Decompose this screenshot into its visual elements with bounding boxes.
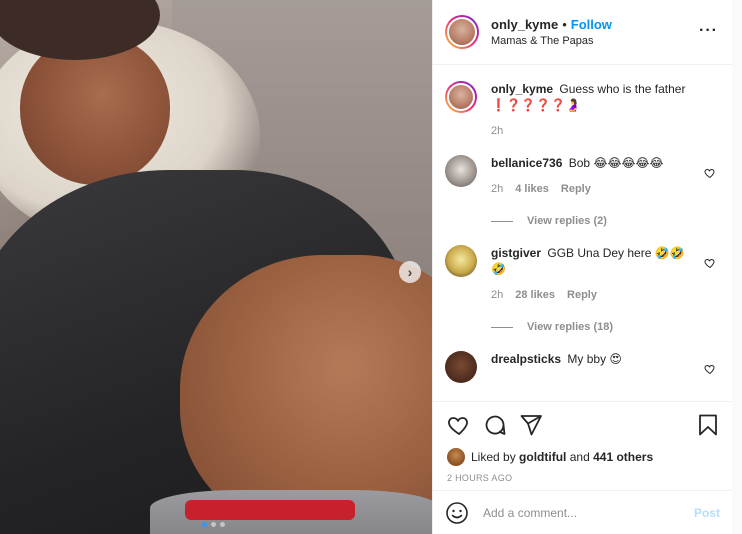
likes-prefix: Liked by xyxy=(471,450,516,464)
replies-divider xyxy=(491,326,513,328)
carousel-dots xyxy=(202,522,225,527)
caption-text: Guess who is the father xyxy=(559,82,686,96)
chevron-right-icon: › xyxy=(407,264,413,280)
caption-username[interactable]: only_kyme xyxy=(491,82,553,96)
comment-emojis: 😍 xyxy=(609,352,622,366)
view-replies-button[interactable]: View replies (2) xyxy=(491,215,720,227)
beanie-cross-logo: ✠ xyxy=(30,0,52,3)
carousel-next-button[interactable]: › xyxy=(399,261,421,283)
comment-likes[interactable]: 4 likes xyxy=(515,181,549,197)
follow-button[interactable]: Follow xyxy=(571,17,612,32)
carousel-dot-2 xyxy=(211,522,216,527)
comment-text: GGB Una Dey here xyxy=(547,246,652,260)
comments-list[interactable]: only_kyme Guess who is the father ❗❓❓❓❓🤰… xyxy=(433,65,732,401)
view-replies-label: View replies (2) xyxy=(527,215,607,227)
comment-time[interactable]: 2h xyxy=(491,181,503,197)
post-sidebar: only_kyme • Follow Mamas & The Papas ···… xyxy=(432,0,732,534)
action-bar xyxy=(433,401,732,447)
post-timestamp[interactable]: 2 HOURS AGO xyxy=(433,467,732,483)
likes-joiner: and xyxy=(569,450,590,464)
view-replies-label: View replies (18) xyxy=(527,321,614,333)
comment-like-heart-icon[interactable] xyxy=(704,167,716,179)
comment-time[interactable]: 2h xyxy=(491,287,503,303)
bookmark-icon[interactable] xyxy=(696,413,720,437)
caption: only_kyme Guess who is the father ❗❓❓❓❓🤰… xyxy=(445,81,720,139)
author-username[interactable]: only_kyme xyxy=(491,17,558,32)
carousel-dot-3 xyxy=(220,522,225,527)
commenter-username[interactable]: gistgiver xyxy=(491,246,541,260)
author-avatar[interactable] xyxy=(445,15,479,49)
heart-icon[interactable] xyxy=(447,413,471,437)
photo-waistband xyxy=(185,500,355,520)
comment-text: My bby xyxy=(567,352,607,366)
carousel-dot-1 xyxy=(202,522,207,527)
likes-summary[interactable]: Liked by goldtiful and 441 others xyxy=(433,447,732,467)
replies-divider xyxy=(491,220,513,222)
header-bullet: • xyxy=(562,17,567,32)
comment-like-heart-icon[interactable] xyxy=(704,257,716,269)
commenter-avatar[interactable] xyxy=(445,351,477,383)
reply-button[interactable]: Reply xyxy=(561,181,591,197)
more-icon[interactable]: ··· xyxy=(699,22,718,40)
share-icon[interactable] xyxy=(519,413,543,437)
reply-button[interactable]: Reply xyxy=(567,287,597,303)
comment-item: gistgiver GGB Una Dey here 🤣🤣🤣 2h 28 lik… xyxy=(445,245,720,303)
comment-emojis: 😂😂😂😂😂 xyxy=(593,156,664,170)
view-replies-button[interactable]: View replies (18) xyxy=(491,321,720,333)
commenter-username[interactable]: bellanice736 xyxy=(491,156,562,170)
commenter-username[interactable]: drealpsticks xyxy=(491,352,561,366)
liker-avatar[interactable] xyxy=(447,448,465,466)
likes-others[interactable]: 441 others xyxy=(593,450,653,464)
post-header: only_kyme • Follow Mamas & The Papas ··· xyxy=(433,0,732,65)
comment-like-heart-icon[interactable] xyxy=(704,363,716,375)
page-gutter xyxy=(732,0,742,534)
post-comment-button[interactable]: Post xyxy=(694,506,720,520)
post-media[interactable]: ✠ › xyxy=(0,0,432,534)
comment-item: drealpsticks My bby 😍 xyxy=(445,351,720,383)
comment-item: bellanice736 Bob 😂😂😂😂😂 2h 4 likes Reply xyxy=(445,155,720,197)
comment-likes[interactable]: 28 likes xyxy=(515,287,555,303)
commenter-avatar[interactable] xyxy=(445,245,477,277)
post-location[interactable]: Mamas & The Papas xyxy=(491,35,612,47)
comment-text: Bob xyxy=(568,156,591,170)
caption-time[interactable]: 2h xyxy=(491,123,503,139)
caption-emojis: ❗❓❓❓❓🤰 xyxy=(491,98,581,112)
smile-icon[interactable] xyxy=(445,501,469,525)
comment-icon[interactable] xyxy=(483,413,507,437)
add-comment-input[interactable] xyxy=(483,505,694,520)
commenter-avatar[interactable] xyxy=(445,155,477,187)
liker-username[interactable]: goldtiful xyxy=(519,450,566,464)
comment-composer: Post xyxy=(433,490,732,534)
caption-avatar[interactable] xyxy=(445,81,477,113)
